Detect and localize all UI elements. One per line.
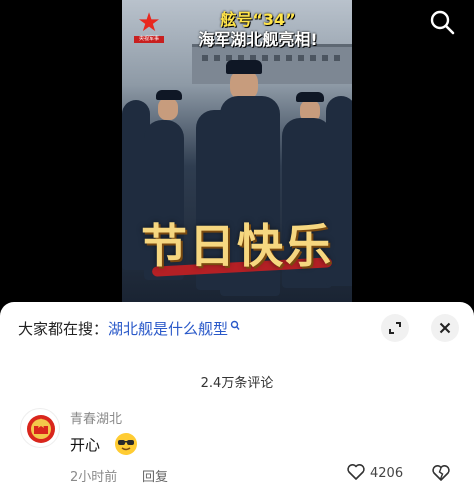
heart-icon[interactable] — [346, 462, 366, 482]
comment-time: 2小时前 — [70, 470, 118, 485]
sailor-cap — [296, 92, 324, 102]
avatar[interactable] — [20, 408, 60, 448]
reply-button[interactable]: 回复 — [142, 466, 168, 485]
search-icon[interactable] — [428, 8, 456, 36]
comment-text: 开心 — [70, 436, 101, 454]
dislike-heart-icon[interactable] — [430, 462, 452, 484]
star-icon: ★ — [137, 8, 161, 38]
small-search-icon — [230, 318, 240, 336]
cool-sunglasses-emoji — [114, 432, 138, 456]
comment-item: 青春湖北 开心 2小时前 回复 4206 — [18, 406, 458, 496]
cctv-military-logo: ★ 央视军事 — [134, 8, 164, 43]
sailor-cap — [226, 60, 262, 74]
video-title-line2: 海军湖北舰亮相! — [198, 30, 318, 49]
screen: ★ 央视军事 舷号“34” 海军湖北舰亮相! 节日快乐 大家都在搜：湖北舰是什么… — [0, 0, 474, 500]
close-button[interactable] — [431, 314, 459, 342]
ship-deck — [192, 44, 352, 84]
hot-search-bar[interactable]: 大家都在搜：湖北舰是什么舰型 — [18, 318, 240, 339]
sailor-face — [158, 98, 178, 120]
sailor-cap — [156, 90, 182, 100]
hot-search-query[interactable]: 湖北舰是什么舰型 — [108, 320, 228, 338]
comment-username[interactable]: 青春湖北 — [70, 408, 122, 427]
comment-count: 2.4万条评论 — [200, 376, 274, 391]
comments-sheet: 大家都在搜：湖北舰是什么舰型 2.4万条评论 青春湖北 开心 2小时前 回复 4… — [0, 302, 474, 500]
like-count: 4206 — [370, 466, 404, 481]
hot-search-prefix: 大家都在搜： — [18, 320, 109, 338]
avatar-badge-icon — [27, 415, 55, 443]
expand-icon — [389, 322, 401, 334]
expand-button[interactable] — [381, 314, 409, 342]
holiday-greeting: 节日快乐 — [141, 219, 333, 273]
close-icon — [439, 322, 451, 334]
video-player[interactable]: ★ 央视军事 舷号“34” 海军湖北舰亮相! 节日快乐 — [122, 0, 352, 302]
